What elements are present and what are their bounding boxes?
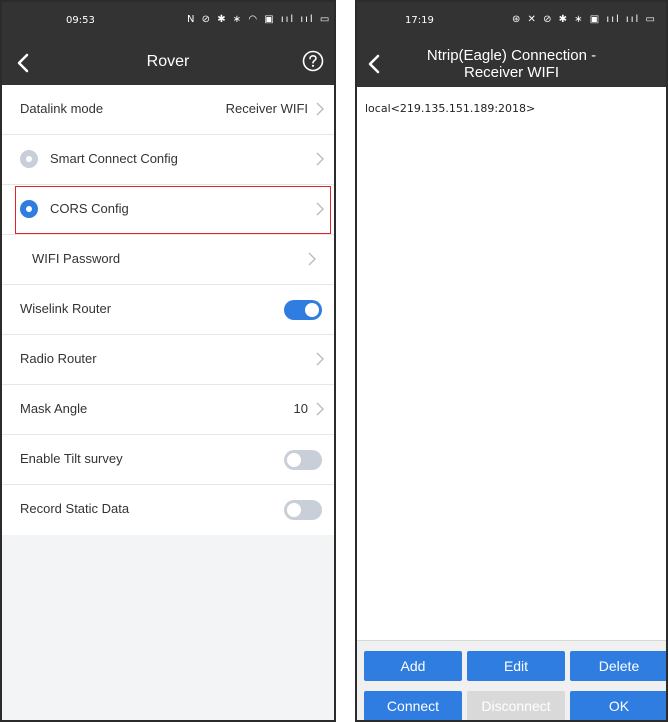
status-bar: 09:53 N ⊘ ✱ ∗ ◠ ▣ ııl ııl ▭ [2,2,334,40]
status-bar: 17:19 ⊛ ✕ ⊘ ✱ ∗ ▣ ııl ııl ▭ [357,2,666,40]
page-title: Ntrip(Eagle) Connection - Receiver WIFI [357,47,666,81]
record-static-label: Record Static Data [20,501,130,516]
status-icons: N ⊘ ✱ ∗ ◠ ▣ ııl ııl ▭ [187,14,332,25]
smart-connect-label: Smart Connect Config [50,151,178,166]
nav-bar: Ntrip(Eagle) Connection - Receiver WIFI [357,40,666,87]
datalink-mode-row[interactable]: Datalink mode Receiver WIFI [2,85,334,135]
disconnect-button: Disconnect [467,691,565,720]
status-time: 09:53 [66,15,95,26]
ntrip-connection-screen: 17:19 ⊛ ✕ ⊘ ✱ ∗ ▣ ııl ııl ▭ Ntrip(Eagle)… [355,0,668,722]
tilt-survey-row: Enable Tilt survey [2,435,334,485]
cors-config-label: CORS Config [50,201,129,216]
page-title: Rover [146,53,190,70]
radio-router-row[interactable]: Radio Router [2,335,334,385]
wifi-password-label: WIFI Password [32,251,121,266]
datalink-mode-label: Datalink mode [20,101,104,116]
page-title-line1: Ntrip(Eagle) Connection - [426,47,597,64]
radio-router-label: Radio Router [20,351,97,366]
chevron-right-icon [316,102,324,116]
chevron-right-icon [316,202,324,216]
chevron-right-icon [316,352,324,366]
action-button-bar: Add Edit Delete Connect Disconnect OK [357,640,666,720]
cors-config-row[interactable]: CORS Config [2,185,334,235]
chevron-right-icon [316,402,324,416]
wiselink-router-row: Wiselink Router [2,285,334,335]
status-time: 17:19 [405,15,434,26]
mask-angle-label: Mask Angle [20,401,88,416]
delete-button[interactable]: Delete [570,651,666,681]
chevron-right-icon [316,152,324,166]
datalink-mode-value: Receiver WIFI [225,101,308,116]
ok-button[interactable]: OK [570,691,666,720]
toggle-knob [287,453,301,467]
add-button[interactable]: Add [364,651,462,681]
rover-settings-screen: 09:53 N ⊘ ✱ ∗ ◠ ▣ ııl ııl ▭ Rover Datali… [0,0,336,722]
tilt-survey-toggle[interactable] [284,450,322,470]
cors-config-radio[interactable] [20,200,38,218]
wiselink-router-toggle[interactable] [284,300,322,320]
record-static-toggle[interactable] [284,500,322,520]
connect-button[interactable]: Connect [364,691,462,720]
connection-list-item[interactable]: local<219.135.151.189:2018> [365,102,535,115]
page-title-line2: Receiver WIFI [463,64,559,81]
smart-connect-radio[interactable] [20,150,38,168]
edit-button[interactable]: Edit [467,651,565,681]
record-static-row: Record Static Data [2,485,334,535]
help-icon[interactable] [302,50,324,72]
wifi-password-row[interactable]: WIFI Password [2,235,334,285]
nav-bar: Rover [2,40,334,85]
mask-angle-value: 10 [293,401,308,416]
chevron-right-icon [308,252,316,266]
status-icons: ⊛ ✕ ⊘ ✱ ∗ ▣ ııl ııl ▭ [512,14,657,25]
smart-connect-config-row[interactable]: Smart Connect Config [2,135,334,185]
settings-list: Datalink mode Receiver WIFI Smart Connec… [2,85,334,535]
mask-angle-row[interactable]: Mask Angle 10 [2,385,334,435]
wiselink-router-label: Wiselink Router [20,301,112,316]
tilt-survey-label: Enable Tilt survey [20,451,123,466]
toggle-knob [287,503,301,517]
toggle-knob [305,303,319,317]
